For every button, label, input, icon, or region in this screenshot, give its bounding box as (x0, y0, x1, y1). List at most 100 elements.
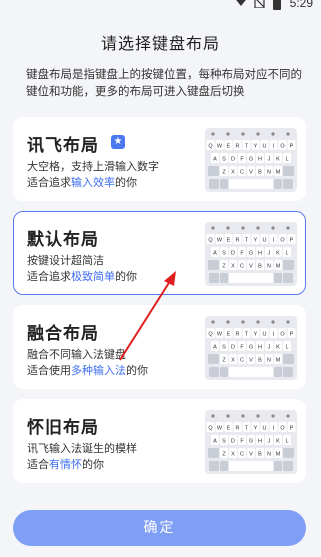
preview-key-label: X (231, 452, 235, 458)
status-bar: 5:29 (0, 0, 321, 14)
preview-key-label: W (217, 332, 223, 338)
preview-key-label: B (258, 264, 262, 270)
layout-card-classic[interactable]: 怀旧布局 讯飞输入法诞生的模样 适合有情怀的你 QWERTYUIOPASDFGH… (13, 399, 306, 483)
preview-key-label: D (231, 345, 235, 351)
preview-key-label: A (213, 157, 217, 163)
preview-key-label: R (236, 426, 240, 432)
preview-key-label: M (276, 170, 281, 176)
preview-key-label: W (217, 144, 223, 150)
preview-key-label: V (249, 452, 253, 458)
preview-key-label: C (240, 358, 244, 364)
preview-key-label: B (258, 452, 262, 458)
preview-key-label: E (227, 332, 231, 338)
status-time: 5:29 (289, 0, 313, 10)
keyboard-preview-image: QWERTYUIOPASDFGHJKLZXCVBNM (205, 410, 297, 474)
preview-key-label: S (222, 439, 226, 445)
preview-key-label: Y (254, 144, 258, 150)
preview-key-label: C (240, 170, 244, 176)
preview-key-label: E (227, 238, 231, 244)
preview-key-label: G (249, 345, 253, 351)
confirm-button[interactable]: 确定 (13, 510, 306, 546)
preview-key-label: Y (254, 238, 258, 244)
preview-key-label: R (236, 144, 240, 150)
preview-key-label: Y (254, 332, 258, 338)
preview-key-label: P (290, 332, 294, 338)
preview-key-label: H (258, 345, 262, 351)
preview-key-label: K (276, 439, 280, 445)
preview-key-label: O (280, 332, 285, 338)
preview-key-label: B (258, 170, 262, 176)
preview-key-label: M (276, 264, 281, 270)
preview-key-label: X (231, 170, 235, 176)
preview-key-label: L (285, 251, 288, 257)
layout-name: 讯飞布局 (27, 136, 99, 156)
preview-key-label: L (285, 345, 288, 351)
preview-key-label: N (267, 170, 271, 176)
preview-key-label: U (263, 238, 267, 244)
preview-key-label: G (249, 157, 253, 163)
preview-key-label: K (276, 251, 280, 257)
preview-key-label: A (213, 345, 217, 351)
preview-key-label: G (249, 251, 253, 257)
layout-card-default[interactable]: 默认布局 按键设计超简洁 适合追求极致简单的你 QWERTYUIOPASDFGH… (13, 211, 306, 295)
layout-line1: 讯飞输入法诞生的模样 (27, 442, 137, 455)
preview-key-label: Q (208, 426, 213, 432)
preview-key-label: Q (208, 332, 213, 338)
preview-key-label: P (290, 144, 294, 150)
preview-key-label: E (227, 144, 231, 150)
layout-name: 怀旧布局 (27, 418, 99, 438)
preview-key-label: Y (254, 426, 258, 432)
keyboard-preview-svg: Q W E R T Y U I O PA S D F G H J K LZ X C V B N M (206, 414, 296, 471)
preview-key-label: C (240, 452, 244, 458)
preview-key-label: J (268, 345, 271, 351)
preview-key-label: S (222, 345, 226, 351)
keyboard-preview-image: QWERTYUIOPASDFGHJKLZXCVBNM (205, 222, 297, 286)
battery-icon (273, 0, 281, 10)
preview-key-label: D (231, 157, 235, 163)
keyboard-preview-svg: Q W E R T Y U I O PA S D F G H J K LZ X C V B N M (206, 226, 296, 283)
preview-key-label: C (240, 264, 244, 270)
preview-key-label: O (280, 144, 285, 150)
no-sim-icon (254, 0, 265, 8)
preview-key-label: K (276, 345, 280, 351)
preview-key-label: Q (208, 238, 213, 244)
preview-key-label: M (276, 452, 281, 458)
preview-key-label: W (217, 426, 223, 432)
layout-line2: 适合使用多种输入法的你 (27, 364, 148, 377)
preview-key-label: H (258, 439, 262, 445)
layout-card-xunfei[interactable]: 讯飞布局 ★ 大空格，支持上滑输入数字 适合追求输入效率的你 QWERTYUIO… (13, 117, 306, 201)
preview-key-label: N (267, 358, 271, 364)
preview-key-label: O (280, 426, 285, 432)
preview-key-label: A (213, 439, 217, 445)
preview-key-label: R (236, 238, 240, 244)
preview-key-label: H (258, 251, 262, 257)
preview-key-label: X (231, 358, 235, 364)
preview-key-label: L (285, 157, 288, 163)
layout-line1: 融合不同输入法键盘 (27, 348, 126, 361)
preview-key-label: B (258, 358, 262, 364)
preview-key-label: P (290, 426, 294, 432)
preview-key-label: H (258, 157, 262, 163)
preview-key-label: X (231, 264, 235, 270)
preview-key-label: W (217, 238, 223, 244)
preview-key-label: P (290, 238, 294, 244)
keyboard-preview-svg: Q W E R T Y U I O PA S D F G H J K LZ X C V B N M (206, 320, 296, 377)
layout-name: 融合布局 (27, 324, 99, 344)
preview-key-label: U (263, 332, 267, 338)
layout-name: 默认布局 (27, 230, 99, 250)
preview-key-label: V (249, 358, 253, 364)
preview-key-label: D (231, 439, 235, 445)
preview-key-label: A (213, 251, 217, 257)
page-description: 键盘布局是指键盘上的按键位置，每种布局对应不同的键位和功能，更多的布局可进入键盘… (26, 67, 302, 98)
preview-key-label: K (276, 157, 280, 163)
preview-key-label: V (249, 264, 253, 270)
preview-key-label: S (222, 157, 226, 163)
preview-key-label: J (268, 439, 271, 445)
preview-key-label: L (285, 439, 288, 445)
layout-card-fusion[interactable]: 融合布局 融合不同输入法键盘 适合使用多种输入法的你 QWERTYUIOPASD… (13, 305, 306, 389)
keyboard-preview-image: QWERTYUIOPASDFGHJKLZXCVBNM (205, 128, 297, 192)
preview-key-label: U (263, 426, 267, 432)
layout-line2: 适合追求极致简单的你 (27, 270, 137, 283)
preview-key-label: J (268, 157, 271, 163)
preview-key-label: E (227, 426, 231, 432)
